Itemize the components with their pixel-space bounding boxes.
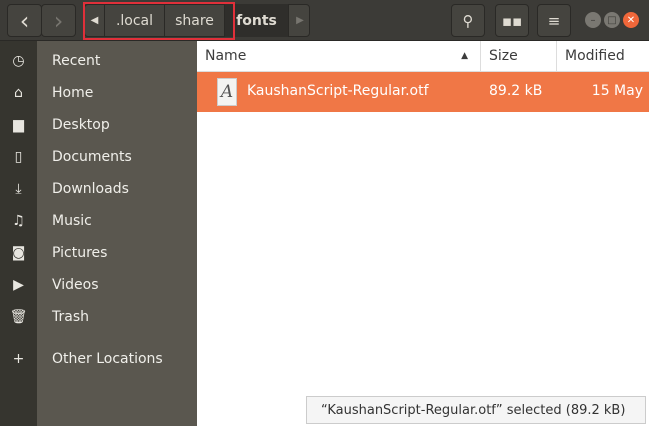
close-button[interactable]: ✕ <box>623 12 639 28</box>
music-icon: ♫ <box>12 213 25 229</box>
sidebar-item-downloads[interactable]: ⤓ Downloads <box>0 175 197 203</box>
sort-ascending-icon: ▲ <box>461 51 468 61</box>
trash-icon: 🗑 <box>9 309 28 325</box>
file-modified: 15 May <box>591 83 643 99</box>
sidebar-item-label: Pictures <box>52 245 108 261</box>
sidebar-item-label: Documents <box>52 149 132 165</box>
sidebar-item-recent[interactable]: ◷ Recent <box>0 47 197 75</box>
file-row[interactable]: A KaushanScript-Regular.otf 89.2 kB 15 M… <box>197 72 649 112</box>
view-button[interactable]: ▪▪ <box>495 4 529 37</box>
header-bar: ‹ › ◀ .local share fonts ▶ ⚲ ▪▪ ≡ – □ ✕ <box>0 0 649 41</box>
sidebar-item-documents[interactable]: ▯ Documents <box>0 143 197 171</box>
sidebar-item-other-locations[interactable]: + Other Locations <box>0 345 197 373</box>
sidebar-item-trash[interactable]: 🗑 Trash <box>0 303 197 331</box>
back-button[interactable]: ‹ <box>7 4 42 37</box>
home-icon: ⌂ <box>14 85 23 101</box>
downloads-icon: ⤓ <box>15 181 22 197</box>
sidebar-item-label: Desktop <box>52 117 110 133</box>
maximize-button[interactable]: □ <box>604 12 620 28</box>
pictures-icon: ◙ <box>11 245 26 261</box>
sidebar-item-label: Home <box>52 85 94 101</box>
column-modified[interactable]: Modified <box>557 41 649 72</box>
menu-button[interactable]: ≡ <box>537 4 571 37</box>
chevron-right-icon: › <box>53 6 64 35</box>
sidebar-item-label: Music <box>52 213 92 229</box>
file-size: 89.2 kB <box>489 83 543 99</box>
grid-icon: ▪▪ <box>501 11 523 30</box>
path-scroll-right[interactable]: ▶ <box>290 4 310 37</box>
recent-icon: ◷ <box>12 53 25 69</box>
sidebar-item-pictures[interactable]: ◙ Pictures <box>0 239 197 267</box>
sidebar-item-videos[interactable]: ▶ Videos <box>0 271 197 299</box>
search-button[interactable]: ⚲ <box>451 4 485 37</box>
menu-icon: ≡ <box>547 11 561 30</box>
chevron-left-icon: ‹ <box>19 6 30 35</box>
sidebar-item-label: Downloads <box>52 181 129 197</box>
sidebar-item-label: Recent <box>52 53 101 69</box>
sidebar-item-music[interactable]: ♫ Music <box>0 207 197 235</box>
column-size[interactable]: Size <box>481 41 557 72</box>
desktop-icon: ▆ <box>13 117 24 133</box>
sidebar-item-label: Other Locations <box>52 351 163 367</box>
minimize-button[interactable]: – <box>585 12 601 28</box>
documents-icon: ▯ <box>14 149 23 165</box>
forward-button[interactable]: › <box>41 4 76 37</box>
search-icon: ⚲ <box>462 11 474 30</box>
file-list: Name ▲ Size Modified A KaushanScript-Regu… <box>197 41 649 426</box>
videos-icon: ▶ <box>13 277 24 293</box>
highlight-box <box>83 2 235 40</box>
sidebar-item-label: Videos <box>52 277 99 293</box>
sidebar-item-desktop[interactable]: ▆ Desktop <box>0 111 197 139</box>
column-name[interactable]: Name ▲ <box>197 41 481 72</box>
font-file-icon: A <box>217 78 237 106</box>
sidebar-item-label: Trash <box>52 309 89 325</box>
column-name-label: Name <box>205 48 247 64</box>
sidebar-item-home[interactable]: ⌂ Home <box>0 79 197 107</box>
file-name: KaushanScript-Regular.otf <box>247 83 429 99</box>
other-locations-icon: + <box>12 351 25 367</box>
status-bar: “KaushanScript-Regular.otf” selected (89… <box>306 396 646 424</box>
